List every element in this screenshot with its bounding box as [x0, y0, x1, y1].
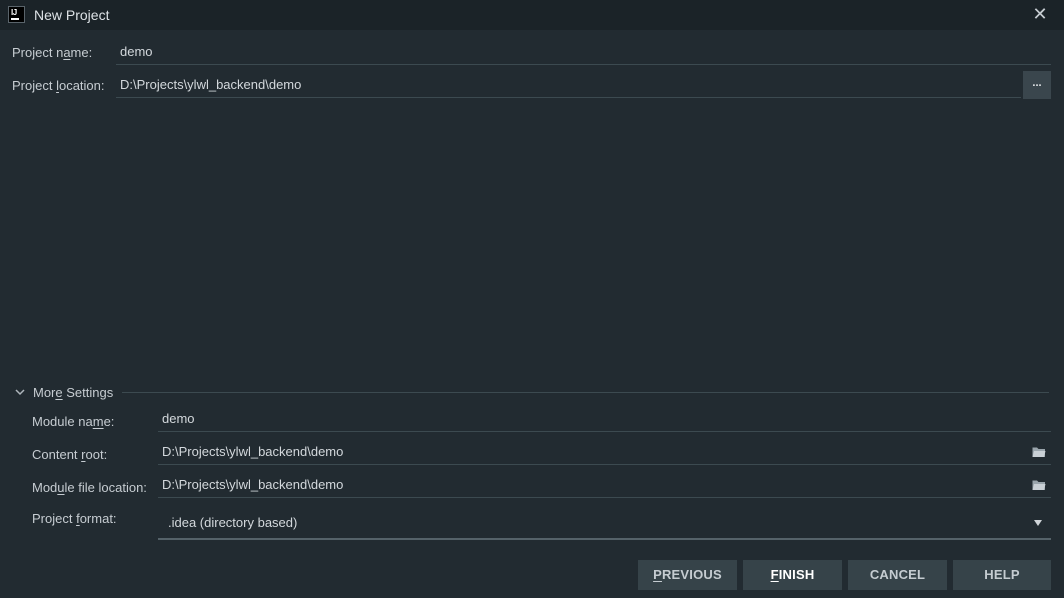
title-bar: IJ New Project ✕	[0, 0, 1064, 30]
label-mnemonic: m	[92, 414, 104, 429]
more-settings-title: More Settings	[33, 385, 113, 400]
content-root-input[interactable]: D:\Projects\ylwl_backend\demo	[158, 439, 1051, 465]
label-part: ormat:	[79, 511, 117, 526]
dropdown-arrow-icon	[1034, 520, 1042, 526]
project-name-label: Project name:	[12, 45, 92, 60]
more-settings-divider	[122, 392, 1049, 393]
label-mnemonic: e	[55, 384, 63, 400]
label-part: Project	[12, 78, 57, 93]
label-part: Project n	[12, 45, 64, 60]
content-root-label: Content root:	[32, 447, 107, 462]
label-part: me:	[70, 45, 93, 60]
label-part: Mor	[33, 384, 56, 400]
project-format-select[interactable]: .idea (directory based)	[158, 506, 1051, 540]
label-mnemonic: a	[63, 45, 71, 60]
previous-button[interactable]: PREVIOUS	[638, 560, 737, 590]
project-location-label: Project location:	[12, 78, 105, 93]
label-part: Content	[32, 447, 82, 462]
close-icon[interactable]: ✕	[1030, 4, 1050, 24]
module-name-label: Module name:	[32, 414, 114, 429]
project-name-input[interactable]: demo	[116, 39, 1051, 65]
app-icon-text: IJ	[11, 8, 17, 17]
new-project-dialog: IJ New Project ✕ Project name: demo Proj…	[0, 0, 1064, 598]
label-part: Module na	[32, 414, 93, 429]
project-format-label: Project format:	[32, 511, 117, 526]
module-file-location-label: Module file location:	[32, 480, 147, 495]
label-part: Settings	[62, 384, 114, 400]
label-part: ocation:	[58, 78, 105, 93]
app-icon-bar	[11, 18, 19, 20]
module-name-input[interactable]: demo	[158, 406, 1051, 432]
label-part: le file location:	[64, 480, 147, 495]
folder-icon[interactable]	[1032, 479, 1046, 491]
label-mnemonic: u	[57, 480, 65, 495]
browse-location-button[interactable]: ...	[1023, 71, 1051, 99]
window-title: New Project	[34, 7, 110, 23]
label-part: Project	[32, 511, 77, 526]
label-part: Mod	[32, 480, 58, 495]
label-part: e:	[103, 414, 115, 429]
intellij-app-icon: IJ	[8, 6, 25, 23]
project-location-input[interactable]: D:\Projects\ylwl_backend\demo	[116, 72, 1021, 98]
button-mnemonic: P	[653, 567, 662, 582]
button-label: INISH	[778, 567, 815, 582]
chevron-down-icon	[15, 389, 25, 396]
button-mnemonic: F	[770, 567, 779, 582]
folder-icon[interactable]	[1032, 446, 1046, 458]
button-label: REVIOUS	[661, 567, 722, 582]
more-settings-toggle[interactable]: More Settings	[14, 382, 113, 402]
help-button[interactable]: HELP	[953, 560, 1051, 590]
project-format-value: .idea (directory based)	[168, 515, 298, 530]
label-part: oot:	[85, 447, 108, 462]
finish-button[interactable]: FINISH	[743, 560, 842, 590]
cancel-button[interactable]: CANCEL	[848, 560, 947, 590]
module-file-location-input[interactable]: D:\Projects\ylwl_backend\demo	[158, 472, 1051, 498]
